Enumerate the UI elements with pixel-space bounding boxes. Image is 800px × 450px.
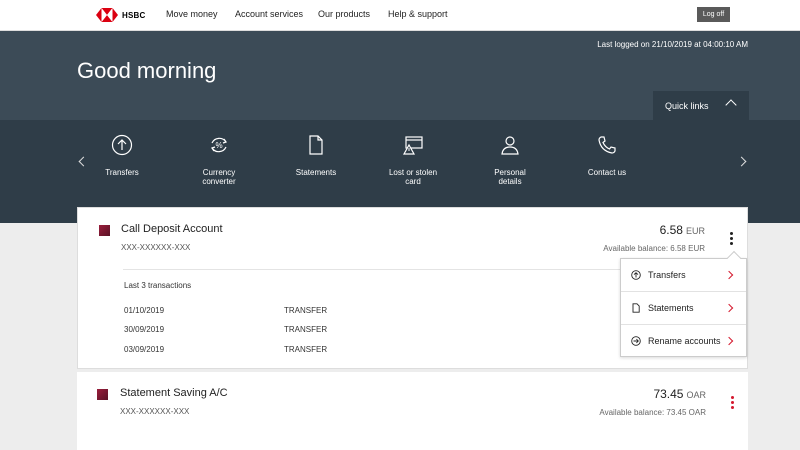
available-balance: Available balance: 73.45 OAR <box>599 408 706 417</box>
account-balance: 6.58 EUR <box>660 223 705 237</box>
brand-name: HSBC <box>122 10 146 20</box>
transaction-type: TRANSFER <box>284 325 328 334</box>
account-balance: 73.45 OAR <box>653 387 706 401</box>
greeting-title: Good morning <box>77 58 217 83</box>
menu-item-label: Transfers <box>648 270 686 280</box>
phone-icon <box>598 136 616 154</box>
hsbc-hexagon-icon <box>96 8 118 22</box>
transaction-type: TRANSFER <box>284 306 328 315</box>
account-name[interactable]: Call Deposit Account <box>121 223 223 235</box>
account-number: XXX-XXXXXX-XXX <box>121 243 191 252</box>
chevron-right-icon <box>724 336 734 346</box>
quick-link-statements[interactable]: Statements <box>271 134 361 177</box>
account-number: XXX-XXXXXX-XXX <box>120 407 190 416</box>
quick-link-label: Contact us <box>587 168 627 177</box>
kebab-dot <box>730 400 734 404</box>
account-card[interactable]: Statement Saving A/C XXX-XXXXXX-XXX 73.4… <box>77 372 748 450</box>
account-color-icon <box>97 389 108 400</box>
more-options-icon[interactable] <box>717 372 747 432</box>
chevron-right-icon <box>724 303 734 313</box>
menu-item-label: Statements <box>648 303 694 313</box>
quick-link-label: Currency converter <box>202 168 236 186</box>
quick-link-currency-converter[interactable]: % Currency converter <box>174 134 264 186</box>
balance-amount: 73.45 <box>653 387 684 401</box>
quick-link-contact-us[interactable]: Contact us <box>562 134 652 177</box>
available-balance: Available balance: 6.58 EUR <box>603 244 705 253</box>
quick-link-label: Lost or stolen card <box>388 168 438 186</box>
last-logged-text: Last logged on 21/10/2019 at 04:00:10 AM <box>597 40 748 49</box>
currency-converter-icon: % <box>211 137 227 153</box>
transaction-date: 03/09/2019 <box>124 345 165 354</box>
chevron-up-icon <box>725 99 737 111</box>
chevron-right-icon[interactable] <box>736 156 747 167</box>
quick-link-label: Statements <box>295 168 337 177</box>
nav-account-services[interactable]: Account services <box>235 9 303 19</box>
transaction-date: 30/09/2019 <box>124 325 165 334</box>
nav-move-money[interactable]: Move money <box>166 9 218 19</box>
quick-link-label: Transfers <box>105 168 139 177</box>
svg-text:%: % <box>215 141 222 150</box>
top-navigation: HSBC Move money Account services Our pro… <box>0 0 800 31</box>
kebab-dot <box>730 395 734 399</box>
kebab-dot <box>729 236 733 240</box>
kebab-dot <box>729 231 733 235</box>
quick-links-toggle[interactable]: Quick links <box>653 91 749 120</box>
balance-amount: 6.58 <box>659 223 683 237</box>
account-name[interactable]: Statement Saving A/C <box>120 387 228 399</box>
logoff-button[interactable]: Log off <box>697 7 730 22</box>
menu-item-rename-accounts[interactable]: Rename accounts <box>621 325 746 358</box>
menu-item-statements[interactable]: Statements <box>621 292 746 325</box>
person-icon <box>501 136 519 155</box>
quick-link-transfers[interactable]: Transfers <box>77 134 167 177</box>
account-color-icon <box>99 225 110 236</box>
divider <box>123 269 699 270</box>
balance-currency: EUR <box>685 226 705 236</box>
header-banner: Last logged on 21/10/2019 at 04:00:10 AM… <box>0 31 800 120</box>
kebab-dot <box>729 241 733 245</box>
chevron-right-icon <box>724 270 734 280</box>
nav-our-products[interactable]: Our products <box>318 9 370 19</box>
card-warning-icon <box>402 136 423 155</box>
menu-item-transfers[interactable]: Transfers <box>621 259 746 292</box>
transaction-date: 01/10/2019 <box>124 306 165 315</box>
arrow-up-circle-icon <box>631 270 641 280</box>
document-icon <box>309 135 323 155</box>
transactions-title: Last 3 transactions <box>124 281 192 290</box>
quick-links-label: Quick links <box>665 100 709 111</box>
menu-item-label: Rename accounts <box>648 336 721 346</box>
document-icon <box>632 303 640 313</box>
balance-currency: OAR <box>686 390 706 400</box>
quick-link-label: Personal details <box>494 168 526 186</box>
arrow-up-circle-icon <box>111 134 133 156</box>
kebab-dot <box>730 405 734 409</box>
transaction-type: TRANSFER <box>284 345 328 354</box>
quick-link-personal-details[interactable]: Personal details <box>465 134 555 186</box>
nav-help-support[interactable]: Help & support <box>388 9 448 19</box>
arrow-right-circle-icon <box>631 336 641 346</box>
account-options-menu: Transfers Statements Rename accounts <box>620 250 747 358</box>
quick-link-lost-stolen-card[interactable]: Lost or stolen card <box>368 134 458 186</box>
hsbc-logo[interactable]: HSBC <box>96 8 145 22</box>
